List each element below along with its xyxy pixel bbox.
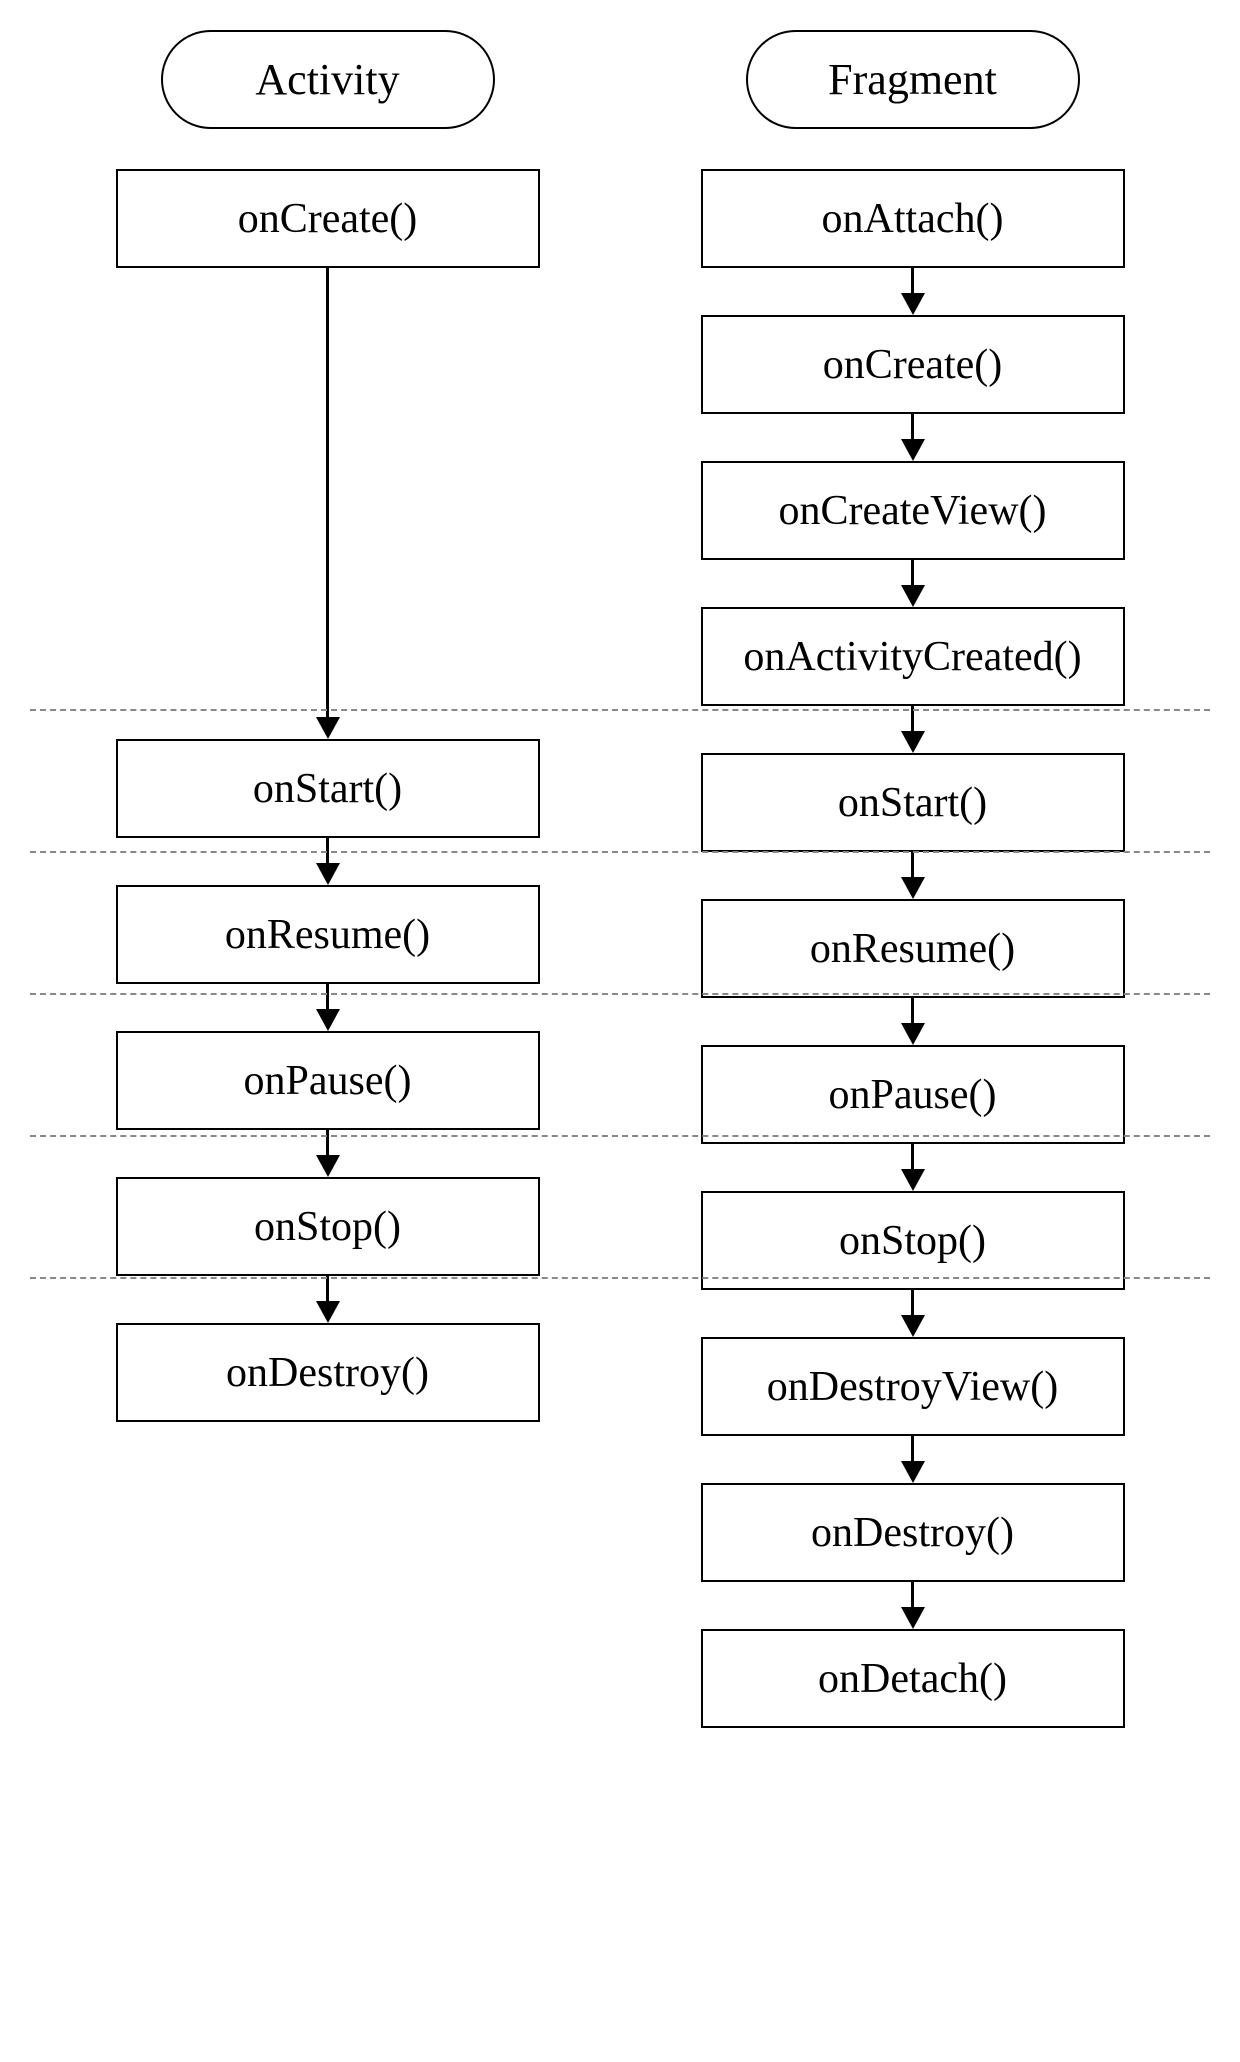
fragment-ondestroyview-label: onDestroyView() (767, 1363, 1058, 1411)
fragment-onpause-box: onPause() (701, 1045, 1125, 1144)
activity-onresume-label: onResume() (225, 911, 430, 959)
activity-header: Activity (161, 30, 495, 129)
activity-onstart-label: onStart() (253, 765, 402, 813)
fragment-oncreateview-label: onCreateView() (778, 487, 1046, 535)
activity-onpause-box: onPause() (116, 1031, 540, 1130)
fragment-onstop-label: onStop() (839, 1217, 986, 1265)
fragment-ondetach-label: onDetach() (818, 1655, 1007, 1703)
arrow (901, 1582, 925, 1629)
arrow (901, 706, 925, 753)
activity-onstop-label: onStop() (254, 1203, 401, 1251)
fragment-onattach-label: onAttach() (822, 195, 1004, 243)
activity-onstart-box: onStart() (116, 739, 540, 838)
divider-3 (30, 993, 1210, 995)
fragment-onstart-box: onStart() (701, 753, 1125, 852)
divider-5 (30, 1277, 1210, 1279)
arrow (316, 1130, 340, 1177)
activity-header-label: Activity (255, 54, 399, 105)
fragment-ondetach-box: onDetach() (701, 1629, 1125, 1728)
arrow (316, 984, 340, 1031)
fragment-onactivitycreated-label: onActivityCreated() (743, 633, 1081, 681)
fragment-ondestroy-box: onDestroy() (701, 1483, 1125, 1582)
activity-onpause-label: onPause() (244, 1057, 412, 1105)
arrow (901, 1436, 925, 1483)
activity-oncreate-box: onCreate() (116, 169, 540, 268)
arrow (901, 560, 925, 607)
activity-ondestroy-box: onDestroy() (116, 1323, 540, 1422)
fragment-onactivitycreated-box: onActivityCreated() (701, 607, 1125, 706)
activity-onstop-box: onStop() (116, 1177, 540, 1276)
fragment-header-label: Fragment (828, 54, 997, 105)
arrow (316, 838, 340, 885)
activity-oncreate-label: onCreate() (238, 195, 418, 243)
arrow (901, 268, 925, 315)
divider-2 (30, 851, 1210, 853)
long-arrow (316, 268, 340, 739)
arrow (316, 1276, 340, 1323)
fragment-ondestroyview-box: onDestroyView() (701, 1337, 1125, 1436)
fragment-onstop-box: onStop() (701, 1191, 1125, 1290)
arrow (901, 1144, 925, 1191)
activity-ondestroy-label: onDestroy() (226, 1349, 429, 1397)
lifecycle-diagram: Activity onCreate() onStart() onResume() (30, 30, 1210, 1728)
fragment-oncreate-label: onCreate() (823, 341, 1003, 389)
fragment-column: Fragment onAttach() onCreate() onCreateV… (660, 30, 1165, 1728)
activity-onresume-box: onResume() (116, 885, 540, 984)
arrow (901, 1290, 925, 1337)
arrow (901, 414, 925, 461)
arrow (901, 998, 925, 1045)
divider-4 (30, 1135, 1210, 1137)
fragment-onresume-label: onResume() (810, 925, 1015, 973)
divider-1 (30, 709, 1210, 711)
fragment-ondestroy-label: onDestroy() (811, 1509, 1014, 1557)
fragment-onattach-box: onAttach() (701, 169, 1125, 268)
activity-column: Activity onCreate() onStart() onResume() (75, 30, 580, 1728)
arrow (901, 852, 925, 899)
fragment-oncreate-box: onCreate() (701, 315, 1125, 414)
fragment-onstart-label: onStart() (838, 779, 987, 827)
fragment-onpause-label: onPause() (829, 1071, 997, 1119)
fragment-header: Fragment (746, 30, 1080, 129)
fragment-onresume-box: onResume() (701, 899, 1125, 998)
fragment-oncreateview-box: onCreateView() (701, 461, 1125, 560)
